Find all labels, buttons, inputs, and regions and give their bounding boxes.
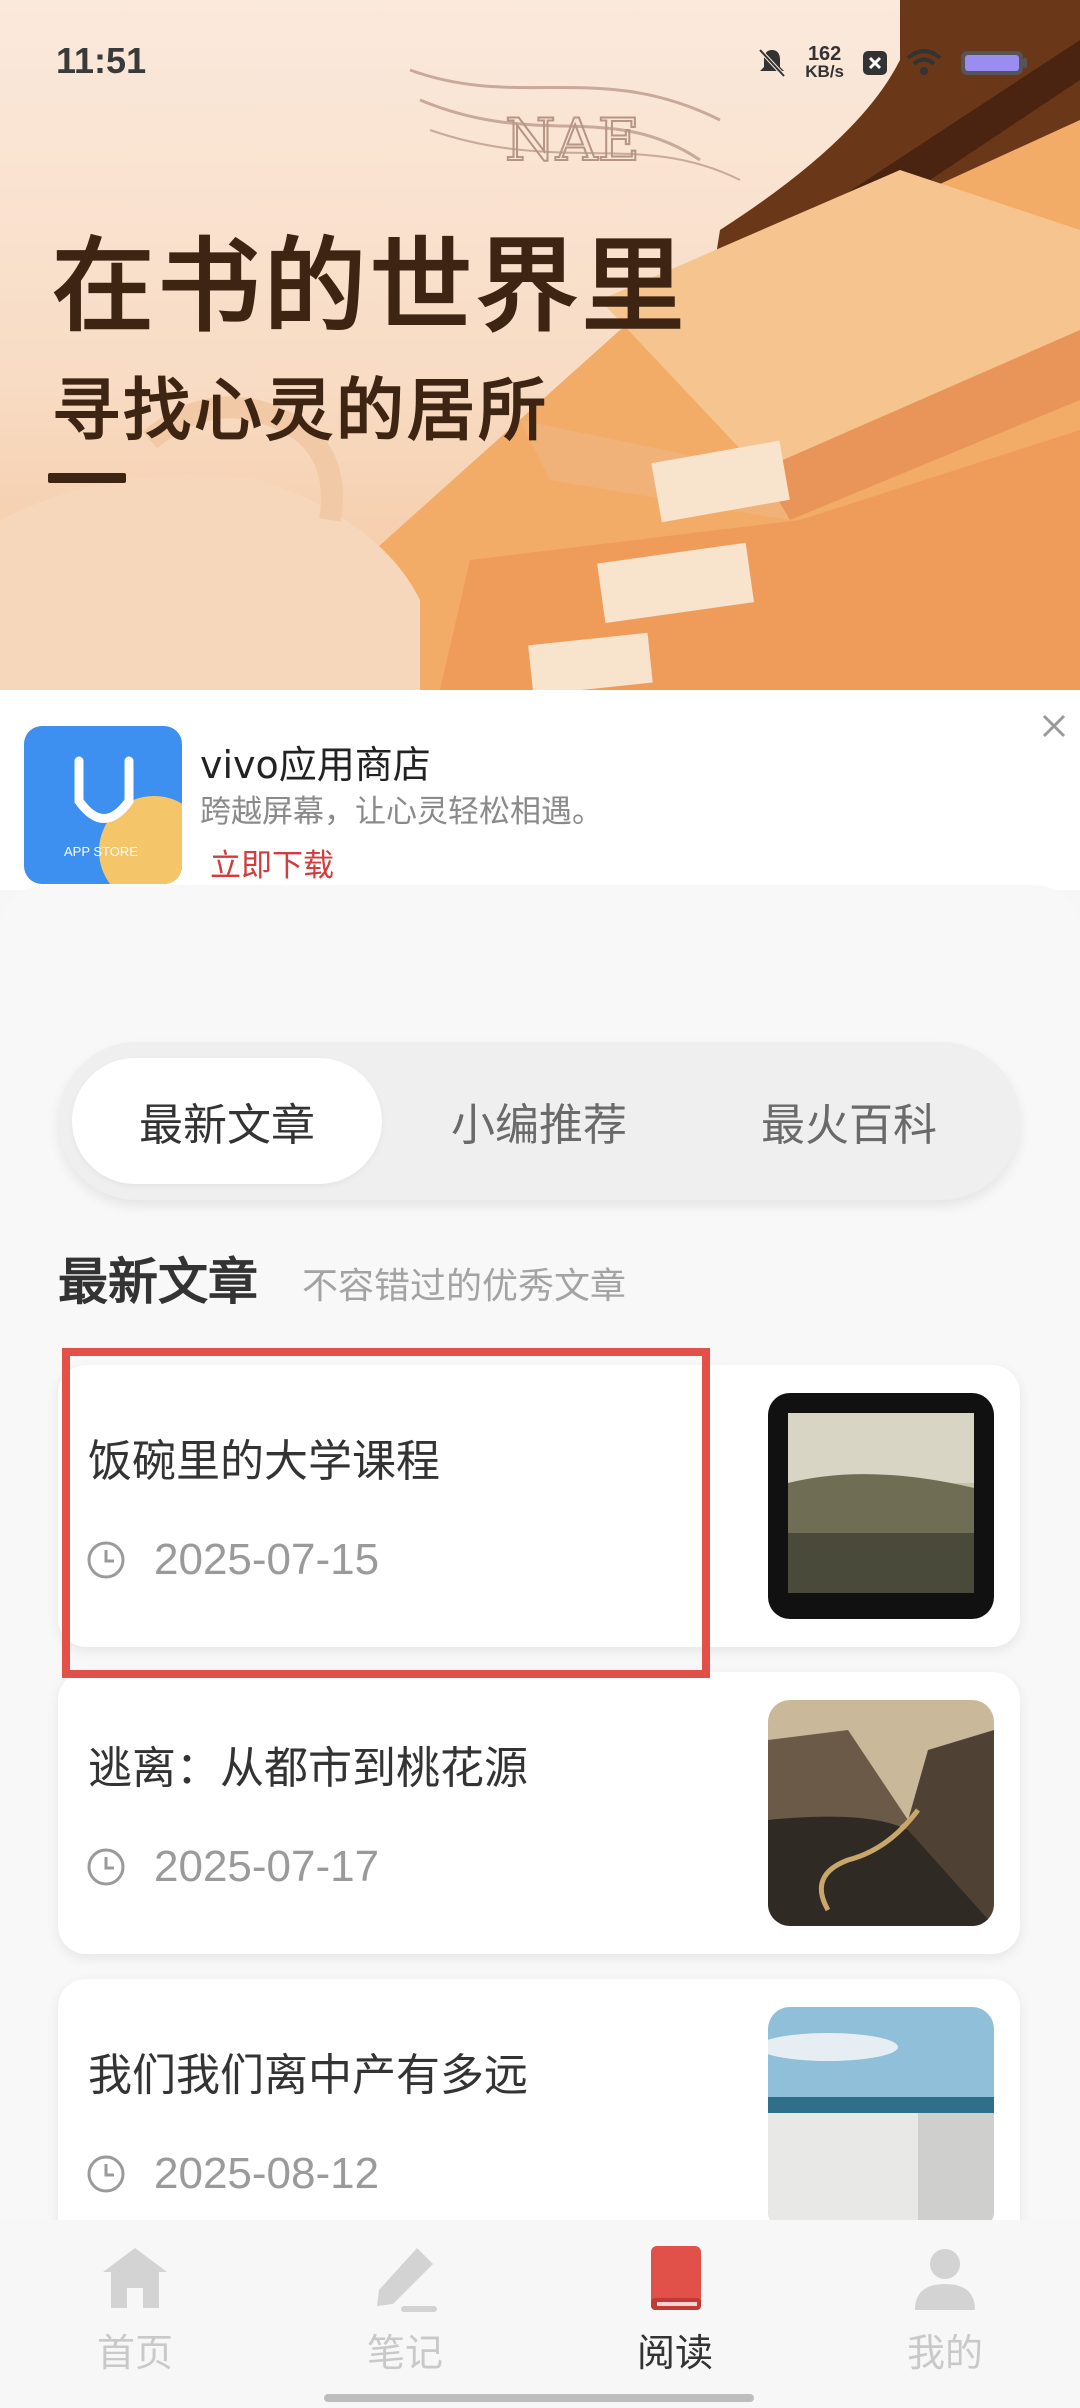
app-store-logo-text: APP STORE [64, 844, 138, 859]
banner-subtitle: 寻找心灵的居所 [52, 371, 550, 451]
clock-icon [87, 1848, 125, 1886]
status-icons: 162 KB/s [757, 40, 1028, 86]
banner-divider [48, 473, 126, 483]
user-icon [915, 2249, 975, 2310]
network-speed: 162 KB/s [805, 43, 844, 81]
ad-description: 跨越屏幕，让心灵轻松相遇。 [200, 794, 603, 830]
nav-notes[interactable]: 笔记 [320, 2240, 490, 2390]
article-card[interactable]: 我们我们离中产有多远 2025-08-12 [58, 1979, 1020, 2261]
home-icon [103, 2248, 167, 2308]
article-date: 2025-07-17 [154, 1842, 380, 1891]
article-date: 2025-08-12 [154, 2149, 380, 2198]
nav-profile[interactable]: 我的 [860, 2240, 1030, 2390]
nav-reading[interactable]: 阅读 [590, 2240, 760, 2390]
nav-home[interactable]: 首页 [50, 2240, 220, 2390]
article-card[interactable]: 逃离：从都市到桃花源 2025-07-17 [58, 1672, 1020, 1954]
nav-label: 我的 [906, 2331, 983, 2375]
article-title: 我们我们离中产有多远 [88, 2050, 528, 2101]
page: NAE 11:51 162 KB/s 在书的世界里 寻找心灵的居所 APP ST… [0, 0, 1080, 2408]
status-time: 11:51 [56, 40, 147, 81]
article-title: 逃离：从都市到桃花源 [88, 1743, 528, 1794]
bottom-nav: 首页 笔记 阅读 我的 [0, 2220, 1080, 2408]
section-subtitle: 不容错过的优秀文章 [302, 1266, 627, 1307]
article-thumbnail [768, 1393, 994, 1619]
nav-label: 首页 [96, 2331, 173, 2375]
wifi-icon [906, 48, 942, 78]
tab-editor-picks[interactable]: 小编推荐 [384, 1058, 694, 1184]
ad-app-name: vivo应用商店 [200, 743, 431, 787]
section-title: 最新文章 [58, 1253, 258, 1311]
tab-latest[interactable]: 最新文章 [72, 1058, 382, 1184]
battery-icon [960, 48, 1028, 78]
mute-bell-icon [757, 47, 787, 79]
nav-label: 笔记 [366, 2331, 443, 2375]
hero-banner[interactable]: NAE 11:51 162 KB/s 在书的世界里 寻找心灵的居所 [0, 0, 1080, 690]
book-icon [651, 2246, 701, 2310]
highlight-box [62, 1348, 710, 1678]
speed-unit: KB/s [805, 62, 844, 81]
close-notification-icon [862, 50, 888, 76]
nav-label: 阅读 [636, 2331, 713, 2375]
article-thumbnail [768, 1700, 994, 1926]
tab-popular-wiki[interactable]: 最火百科 [694, 1058, 1004, 1184]
clock-icon [87, 2155, 125, 2193]
article-thumbnail [768, 2007, 994, 2233]
app-store-logo-icon: APP STORE [24, 726, 182, 884]
home-indicator[interactable] [324, 2394, 754, 2402]
article-tabs: 最新文章 小编推荐 最火百科 [58, 1042, 1020, 1200]
art-letters: NAE [505, 106, 640, 174]
pencil-icon [377, 2248, 437, 2312]
ad-card[interactable]: APP STORE vivo应用商店 跨越屏幕，让心灵轻松相遇。 立即下载 [0, 690, 1080, 890]
ad-close-icon[interactable] [1036, 708, 1072, 744]
ad-download-link[interactable]: 立即下载 [210, 840, 334, 885]
banner-title: 在书的世界里 [52, 227, 688, 347]
speed-value: 162 [807, 43, 842, 65]
